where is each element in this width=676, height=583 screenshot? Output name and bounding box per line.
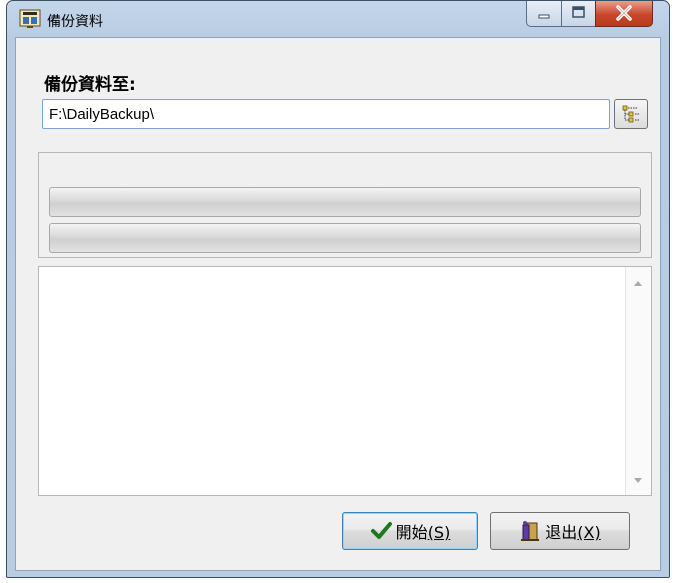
- checkmark-icon: [370, 522, 392, 539]
- backup-target-label: 備份資料至:: [44, 75, 136, 95]
- exit-door-icon: [521, 521, 540, 541]
- start-button[interactable]: 開始(S): [342, 512, 478, 550]
- scroll-up-icon[interactable]: [634, 281, 642, 286]
- close-button[interactable]: [595, 1, 653, 27]
- app-icon: [19, 9, 41, 28]
- close-icon: [616, 5, 632, 21]
- maximize-icon: [572, 6, 585, 18]
- overall-progress-bar: [49, 187, 641, 217]
- backup-window: 備份資料 備份資料至: F:\DailyBackup\ 開始(S) 退出(X): [6, 0, 670, 578]
- browse-folder-button[interactable]: [614, 99, 648, 129]
- exit-button-label: 退出(X): [545, 523, 601, 542]
- minimize-button[interactable]: [526, 1, 562, 27]
- progress-panel: [38, 152, 652, 258]
- log-text: [43, 271, 621, 491]
- title-bar[interactable]: 備份資料: [7, 1, 669, 37]
- log-textarea[interactable]: [38, 266, 652, 496]
- client-area: 備份資料至: F:\DailyBackup\ 開始(S) 退出(X): [15, 37, 661, 571]
- backup-path-input[interactable]: [42, 99, 610, 129]
- minimize-icon: [538, 14, 550, 19]
- folder-tree-icon: [622, 105, 639, 123]
- window-title: 備份資料: [47, 14, 103, 30]
- log-scrollbar[interactable]: [625, 267, 651, 495]
- scroll-down-icon[interactable]: [634, 478, 642, 483]
- maximize-button[interactable]: [561, 1, 596, 27]
- start-button-label: 開始(S): [395, 523, 451, 542]
- file-progress-bar: [49, 223, 641, 253]
- exit-button[interactable]: 退出(X): [490, 512, 630, 550]
